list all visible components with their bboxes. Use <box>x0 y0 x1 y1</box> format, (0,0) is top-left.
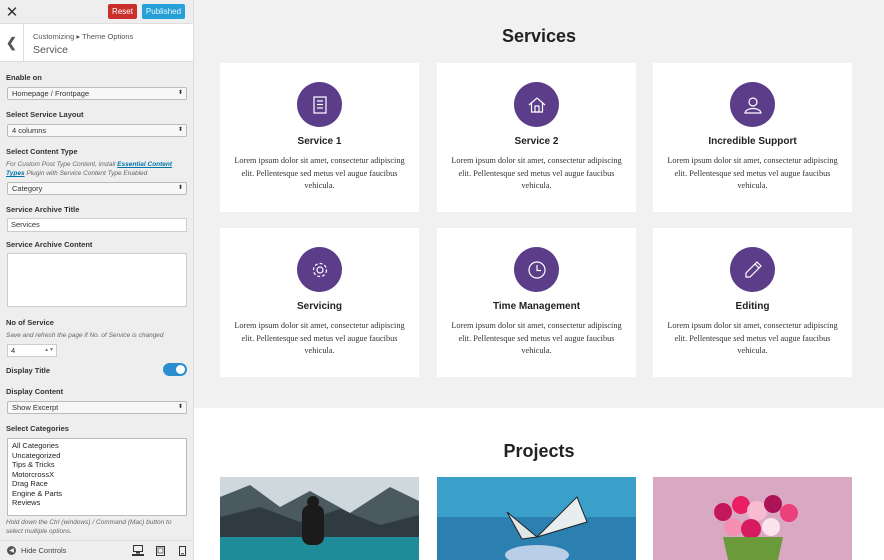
service-title: Service 2 <box>514 136 559 147</box>
back-button[interactable]: ❮ <box>0 24 24 62</box>
service-icon-circle <box>730 247 775 292</box>
category-option[interactable]: Uncategorized <box>12 451 182 461</box>
content-type-note: For Custom Post Type Content, install Es… <box>6 160 190 178</box>
service-icon-circle <box>514 82 559 127</box>
service-card: Editing Lorem ipsum dolor sit amet, cons… <box>653 228 852 377</box>
service-card: Service 2 Lorem ipsum dolor sit amet, co… <box>437 63 636 212</box>
breadcrumb: Customizing ▸ Theme Options <box>33 32 134 41</box>
content-type-label: Select Content Type <box>6 147 78 156</box>
enable-on-value: Homepage / Frontpage <box>12 89 90 98</box>
archive-title-input[interactable]: Services <box>7 218 187 232</box>
toggle-knob <box>176 365 185 374</box>
select-arrows-icon: ⬍ <box>177 127 183 133</box>
service-card: Service 1 Lorem ipsum dolor sit amet, co… <box>220 63 419 212</box>
service-icon-circle <box>730 82 775 127</box>
categories-listbox[interactable]: All Categories Uncategorized Tips & Tric… <box>7 438 187 516</box>
content-type-note-suffix: Plugin with Service Content Type Enabled <box>26 170 148 177</box>
gear-icon <box>312 262 327 277</box>
display-content-value: Show Excerpt <box>12 403 59 412</box>
section-title: Service <box>33 44 69 56</box>
house-icon <box>528 96 545 113</box>
service-layout-label: Select Service Layout <box>6 110 84 119</box>
category-option[interactable]: Engine & Parts <box>12 489 182 499</box>
site-preview: Services Service 1 Lorem ipsum dolor sit… <box>194 0 884 560</box>
no-of-service-note: Save and refresh the page if No. of Serv… <box>6 332 164 339</box>
service-title: Incredible Support <box>708 136 797 147</box>
service-card: Servicing Lorem ipsum dolor sit amet, co… <box>220 228 419 377</box>
category-option[interactable]: MotorcrossX <box>12 470 182 480</box>
reset-button[interactable]: Reset <box>108 4 137 19</box>
category-option[interactable]: Drag Race <box>12 479 182 489</box>
published-button[interactable]: Published <box>142 4 185 19</box>
project-image-lake[interactable] <box>220 477 419 560</box>
collapse-icon[interactable]: ◀ <box>7 546 16 555</box>
service-title: Servicing <box>296 301 343 312</box>
close-icon: ✕ <box>5 4 19 21</box>
project-image-tulips[interactable] <box>653 477 852 560</box>
service-card: Incredible Support Lorem ipsum dolor sit… <box>653 63 852 212</box>
panel-topbar: ✕ Reset Published <box>0 0 193 24</box>
services-section: Services Service 1 Lorem ipsum dolor sit… <box>194 0 884 408</box>
enable-on-label: Enable on <box>6 73 42 82</box>
service-card: Time Management Lorem ipsum dolor sit am… <box>437 228 636 377</box>
close-button[interactable]: ✕ <box>0 0 24 24</box>
display-title-label: Display Title <box>6 366 51 375</box>
content-type-select[interactable]: Category ⬍ <box>7 182 187 195</box>
service-icon-circle <box>297 82 342 127</box>
customizer-panel: ✕ Reset Published ❮ Customizing ▸ Theme … <box>0 0 194 560</box>
categories-label: Select Categories <box>6 424 69 433</box>
content-type-value: Category <box>12 184 43 193</box>
enable-on-select[interactable]: Homepage / Frontpage ⬍ <box>7 87 187 100</box>
display-title-toggle[interactable] <box>163 363 187 376</box>
customizer-window: ✕ Reset Published ❮ Customizing ▸ Theme … <box>0 0 884 560</box>
display-content-label: Display Content <box>6 387 64 396</box>
service-text: Lorem ipsum dolor sit amet, consectetur … <box>667 321 838 355</box>
service-title: Editing <box>735 301 770 312</box>
service-text: Lorem ipsum dolor sit amet, consectetur … <box>234 156 405 190</box>
tablet-preview-icon[interactable] <box>154 545 166 556</box>
archive-title-label: Service Archive Title <box>6 205 80 214</box>
display-content-select[interactable]: Show Excerpt ⬍ <box>7 401 187 414</box>
section-header: ❮ Customizing ▸ Theme Options Service <box>0 24 193 62</box>
user-icon <box>743 96 762 114</box>
categories-note: Hold down the Ctrl (windows) / Command (… <box>6 519 172 535</box>
archive-content-label: Service Archive Content <box>6 240 93 249</box>
clock-icon <box>527 260 546 279</box>
content-type-note-prefix: For Custom Post Type Content, install <box>6 161 116 168</box>
no-of-service-input[interactable]: 4 ▲▼ <box>7 344 57 357</box>
spinner-icon[interactable]: ▲▼ <box>44 345 54 356</box>
select-arrows-icon: ⬍ <box>177 90 183 96</box>
service-title: Service 1 <box>297 136 342 147</box>
category-option[interactable]: All Categories <box>12 441 182 451</box>
chevron-left-icon: ❮ <box>6 35 17 50</box>
archive-content-textarea[interactable] <box>7 253 187 307</box>
desktop-preview-icon[interactable] <box>132 545 144 556</box>
service-text: Lorem ipsum dolor sit amet, consectetur … <box>451 321 622 355</box>
service-text: Lorem ipsum dolor sit amet, consectetur … <box>234 321 405 355</box>
projects-section: Projects <box>194 408 884 560</box>
checklist-icon <box>312 95 327 114</box>
select-arrows-icon: ⬍ <box>177 404 183 410</box>
service-text: Lorem ipsum dolor sit amet, consectetur … <box>451 156 622 190</box>
select-arrows-icon: ⬍ <box>177 185 183 191</box>
service-icon-circle <box>297 247 342 292</box>
service-layout-value: 4 columns <box>12 126 47 135</box>
projects-heading: Projects <box>503 441 575 461</box>
hide-controls-button[interactable]: Hide Controls <box>21 546 66 555</box>
project-image-butterfly[interactable] <box>437 477 636 560</box>
service-icon-circle <box>514 247 559 292</box>
panel-footer: ◀ Hide Controls <box>0 540 193 560</box>
mobile-preview-icon[interactable] <box>176 545 188 556</box>
service-layout-select[interactable]: 4 columns ⬍ <box>7 124 187 137</box>
service-title: Time Management <box>492 301 581 312</box>
no-of-service-label: No of Service <box>6 318 54 327</box>
category-option[interactable]: Reviews <box>12 498 182 508</box>
service-text: Lorem ipsum dolor sit amet, consectetur … <box>667 156 838 190</box>
pencil-icon <box>744 260 762 278</box>
services-heading: Services <box>501 26 577 46</box>
no-of-service-value: 4 <box>11 346 16 355</box>
category-option[interactable]: Tips & Tricks <box>12 460 182 470</box>
